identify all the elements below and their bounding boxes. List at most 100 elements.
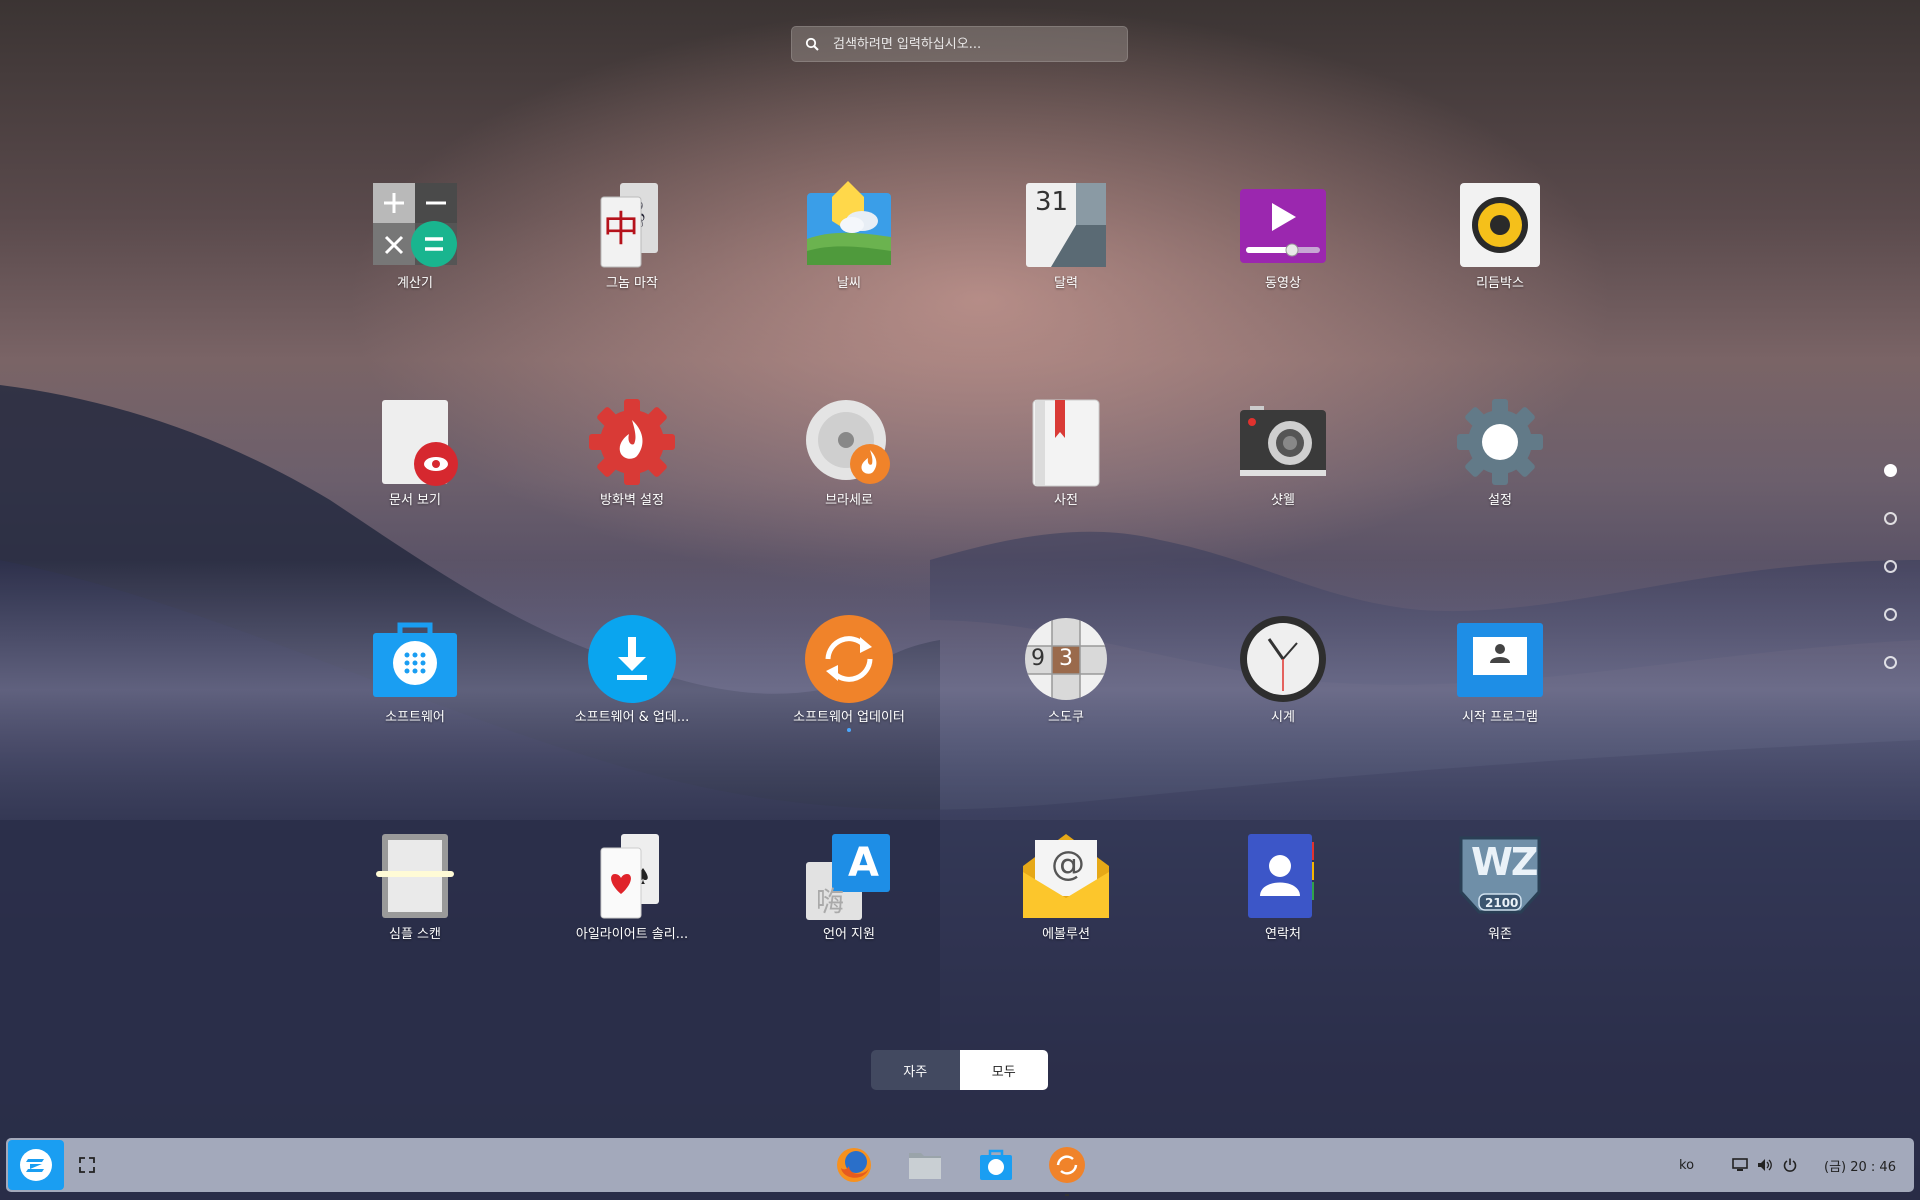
app-label: 시작 프로그램 bbox=[1462, 710, 1538, 725]
frequent-tab[interactable]: 자주 bbox=[871, 1050, 960, 1090]
view-toggle: 자주 모두 bbox=[871, 1050, 1048, 1090]
app-label: 워존 bbox=[1488, 927, 1512, 942]
app-sudoku[interactable]: 9 3 스도쿠 bbox=[981, 615, 1151, 745]
app-contacts[interactable]: 연락처 bbox=[1198, 832, 1368, 962]
app-simple-scan[interactable]: 심플 스캔 bbox=[330, 832, 500, 962]
running-indicator bbox=[1065, 1194, 1069, 1196]
clock[interactable]: (금) 20 : 46 bbox=[1824, 1138, 1896, 1192]
taskbar-files[interactable] bbox=[904, 1144, 946, 1186]
app-startup-applications[interactable]: 시작 프로그램 bbox=[1415, 615, 1585, 745]
glyph-cjk: 嗨 bbox=[816, 885, 845, 918]
app-evolution[interactable]: @ 에볼루션 bbox=[981, 832, 1151, 962]
startup-apps-icon bbox=[1455, 615, 1545, 705]
video-player-icon bbox=[1238, 181, 1328, 271]
taskbar-software-updater[interactable] bbox=[1046, 1144, 1088, 1196]
at-glyph: @ bbox=[1051, 844, 1085, 884]
app-aisleriot[interactable]: 아일라이어트 솔리... bbox=[547, 832, 717, 962]
evolution-mail-icon: @ bbox=[1021, 832, 1111, 922]
app-label: 리듬박스 bbox=[1476, 276, 1524, 291]
software-updater-icon bbox=[804, 615, 894, 705]
search-bar[interactable] bbox=[791, 26, 1128, 62]
contacts-icon bbox=[1238, 832, 1328, 922]
software-store-icon bbox=[980, 1149, 1012, 1180]
all-tab[interactable]: 모두 bbox=[959, 1050, 1048, 1090]
app-clock[interactable]: 시계 bbox=[1198, 615, 1368, 745]
app-label: 소프트웨어 & 업데... bbox=[574, 710, 690, 725]
app-firewall[interactable]: 방화벽 설정 bbox=[547, 398, 717, 528]
glyph-a: A bbox=[848, 840, 879, 886]
app-label: 스도쿠 bbox=[1048, 710, 1084, 725]
search-icon bbox=[805, 36, 821, 52]
app-label: 계산기 bbox=[397, 276, 433, 291]
simple-scan-icon bbox=[370, 832, 460, 922]
app-shotwell[interactable]: 샷웰 bbox=[1198, 398, 1368, 528]
settings-gear-icon bbox=[1455, 398, 1545, 488]
calendar-day: 31 bbox=[1035, 187, 1069, 217]
search-input[interactable] bbox=[831, 35, 1125, 53]
app-label: 달력 bbox=[1054, 276, 1078, 291]
firewall-icon bbox=[587, 398, 677, 488]
sudoku-digit: 3 bbox=[1059, 646, 1073, 671]
app-rhythmbox[interactable]: 리듬박스 bbox=[1415, 181, 1585, 311]
app-settings[interactable]: 설정 bbox=[1415, 398, 1585, 528]
app-software[interactable]: 소프트웨어 bbox=[330, 615, 500, 745]
taskbar-firefox[interactable] bbox=[833, 1144, 875, 1186]
app-label: 브라세로 bbox=[825, 493, 873, 508]
sudoku-icon: 9 3 bbox=[1021, 615, 1111, 705]
app-label: 언어 지원 bbox=[823, 927, 875, 942]
language-indicator[interactable]: ko bbox=[1679, 1138, 1694, 1192]
page-dot[interactable] bbox=[1884, 464, 1897, 477]
app-label: 날씨 bbox=[837, 276, 861, 291]
power-icon[interactable] bbox=[1783, 1138, 1797, 1192]
document-viewer-icon bbox=[370, 398, 460, 488]
shotwell-icon bbox=[1238, 398, 1328, 488]
app-label: 설정 bbox=[1488, 493, 1512, 508]
app-dictionary[interactable]: 사전 bbox=[981, 398, 1151, 528]
app-brasero[interactable]: 브라세로 bbox=[764, 398, 934, 528]
language-support-icon: A 嗨 bbox=[804, 832, 894, 922]
app-label: 소프트웨어 bbox=[385, 710, 445, 725]
fullscreen-toggle-icon[interactable] bbox=[78, 1156, 96, 1174]
files-icon bbox=[909, 1153, 941, 1179]
taskbar: ko (금) 20 : 46 bbox=[6, 1138, 1914, 1196]
calculator-icon bbox=[370, 181, 460, 271]
software-updates-icon bbox=[587, 615, 677, 705]
app-calculator[interactable]: 계산기 bbox=[330, 181, 500, 311]
software-updater-icon bbox=[1049, 1147, 1085, 1183]
app-software-updates[interactable]: 소프트웨어 & 업데... bbox=[547, 615, 717, 745]
svg-text:中: 中 bbox=[603, 209, 639, 250]
running-indicator bbox=[847, 728, 851, 732]
app-label: 심플 스캔 bbox=[389, 927, 441, 942]
page-indicator bbox=[1884, 464, 1897, 704]
app-label: 에볼루션 bbox=[1042, 927, 1090, 942]
sudoku-digit: 9 bbox=[1031, 646, 1045, 671]
taskbar-software[interactable] bbox=[975, 1144, 1017, 1186]
app-label: 소프트웨어 업데이터 bbox=[793, 710, 905, 725]
page-dot[interactable] bbox=[1884, 656, 1897, 669]
page-dot[interactable] bbox=[1884, 608, 1897, 621]
app-document-viewer[interactable]: 문서 보기 bbox=[330, 398, 500, 528]
volume-icon[interactable] bbox=[1757, 1138, 1773, 1192]
software-store-icon bbox=[370, 615, 460, 705]
wallpaper-landscape bbox=[0, 385, 1920, 1200]
page-dot[interactable] bbox=[1884, 560, 1897, 573]
app-language-support[interactable]: A 嗨 언어 지원 bbox=[764, 832, 934, 962]
app-label: 아일라이어트 솔리... bbox=[575, 927, 689, 942]
app-software-updater[interactable]: 소프트웨어 업데이터 bbox=[764, 615, 934, 745]
firefox-icon bbox=[837, 1148, 871, 1182]
app-warzone[interactable]: WZ 2100 워존 bbox=[1415, 832, 1585, 962]
page-dot[interactable] bbox=[1884, 512, 1897, 525]
app-label: 사전 bbox=[1054, 493, 1078, 508]
app-videos[interactable]: 동영상 bbox=[1198, 181, 1368, 311]
warzone-icon: WZ 2100 bbox=[1455, 832, 1545, 922]
display-icon[interactable] bbox=[1732, 1138, 1748, 1192]
app-weather[interactable]: 날씨 bbox=[764, 181, 934, 311]
aisleriot-cards-icon bbox=[587, 832, 677, 922]
app-label: 시계 bbox=[1271, 710, 1295, 725]
app-calendar[interactable]: 31 달력 bbox=[981, 181, 1151, 311]
clock-icon bbox=[1238, 615, 1328, 705]
app-mahjong[interactable]: 𝄞 中 그놈 마작 bbox=[547, 181, 717, 311]
clock-text: (금) 20 : 46 bbox=[1824, 1159, 1896, 1175]
start-menu-button[interactable] bbox=[8, 1140, 64, 1190]
zorin-logo-icon bbox=[20, 1149, 52, 1181]
